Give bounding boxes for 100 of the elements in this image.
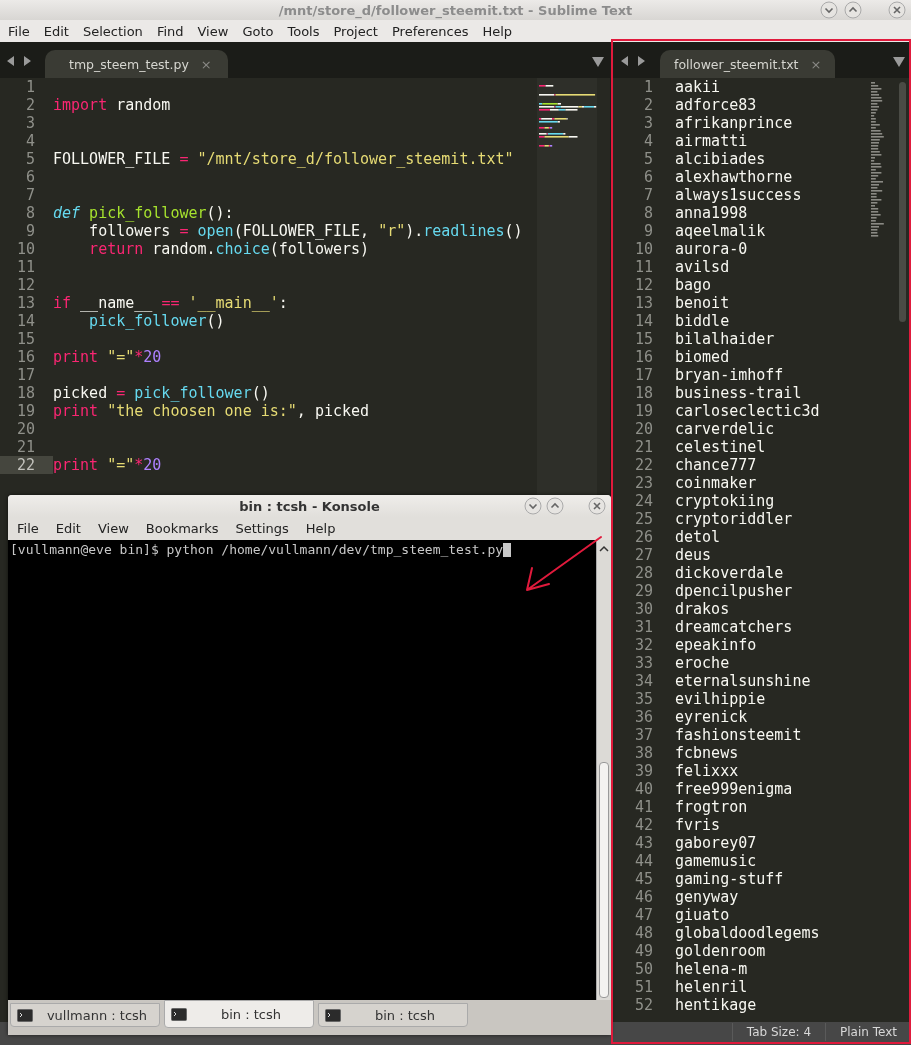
text-line: deus [675, 546, 712, 564]
code-line: FOLLOWER_FILE = "/mnt/store_d/follower_steemit.txt" [53, 150, 514, 168]
line-number: 42 [633, 816, 654, 834]
window-title: bin : tcsh - Konsole [239, 498, 380, 514]
line-number: 8 [24, 204, 36, 222]
menu-item[interactable]: Find [150, 23, 190, 39]
code-line: followers = open(FOLLOWER_FILE, "r").readlines() [88, 222, 523, 240]
menu-item[interactable]: File [2, 23, 36, 39]
text-line: globaldoodlegems [675, 924, 820, 942]
line-number: 52 [633, 996, 654, 1014]
text-line: hentikage [675, 996, 757, 1014]
scrollbar[interactable] [596, 540, 611, 1000]
menu-item[interactable]: File [10, 521, 46, 536]
line-number: 12 [15, 276, 36, 294]
terminal-tab[interactable]: vullmann : tcsh [10, 1003, 160, 1027]
maximize-icon[interactable] [546, 497, 564, 515]
line-number: 33 [633, 654, 654, 672]
left-right-triangles-icon[interactable] [620, 55, 646, 67]
line-number: 40 [633, 780, 654, 798]
line-number: 43 [633, 834, 654, 852]
minimap[interactable] [537, 78, 597, 498]
text-line: dpencilpusher [675, 582, 793, 600]
maximize-icon[interactable] [844, 1, 862, 19]
terminal-icon [171, 1007, 187, 1021]
text-line: alexhawthorne [675, 168, 793, 186]
menu-item[interactable]: Tools [281, 23, 326, 39]
line-number: 2 [24, 96, 36, 114]
line-number: 4 [24, 132, 36, 150]
text-line: drakos [675, 600, 730, 618]
minimize-icon[interactable] [820, 1, 838, 19]
line-number: 1 [24, 78, 36, 96]
status-item[interactable]: Plain Text [825, 1023, 911, 1041]
code-line: picked = pick_follower() [53, 384, 270, 402]
text-line: chance777 [675, 456, 757, 474]
editor-tab[interactable]: follower_steemit.txt × [660, 50, 836, 78]
text-line: bryan-imhoff [675, 366, 784, 384]
terminal-tab[interactable]: bin : tcsh [318, 1003, 468, 1027]
text-line: alcibiades [675, 150, 766, 168]
down-triangle-icon[interactable] [592, 57, 604, 67]
text-cursor [503, 542, 512, 557]
close-icon[interactable] [588, 497, 606, 515]
menu-item[interactable]: Goto [236, 23, 280, 39]
line-number: 34 [633, 672, 654, 690]
scrollbar-thumb[interactable] [599, 762, 609, 998]
code-line: import random [53, 96, 171, 114]
text-line: goldenroom [675, 942, 766, 960]
line-number: 38 [633, 744, 654, 762]
terminal[interactable]: [vullmann@eve bin]$ python /home/vullmann/dev/tmp_steem_test.py [8, 540, 596, 1000]
terminal-icon [325, 1008, 341, 1022]
line-number: 19 [15, 402, 36, 420]
code-line: return random.choice(followers) [88, 240, 370, 258]
scrollbar-thumb[interactable] [899, 82, 906, 322]
text-line: benoit [675, 294, 730, 312]
text-line: fvris [675, 816, 721, 834]
left-right-triangles-icon[interactable] [6, 55, 32, 67]
menu-item[interactable]: Settings [228, 521, 296, 536]
text-line: biomed [675, 348, 730, 366]
text-line: celestinel [675, 438, 766, 456]
menu-item[interactable]: Edit [48, 521, 88, 536]
text-line: biddle [675, 312, 730, 330]
text-line: bilalhaider [675, 330, 775, 348]
line-number: 14 [633, 312, 654, 330]
down-triangle-icon[interactable] [893, 57, 905, 67]
line-number: 15 [15, 330, 36, 348]
text-line: aurora-0 [675, 240, 748, 258]
code-line: pick_follower() [88, 312, 225, 330]
text-line: genyway [675, 888, 739, 906]
editor-tab[interactable]: tmp_steem_test.py × [45, 50, 228, 78]
line-number: 17 [633, 366, 654, 384]
line-number: 28 [633, 564, 654, 582]
text-line: airmatti [675, 132, 748, 150]
menu-item[interactable]: Help [476, 23, 519, 39]
minimize-icon[interactable] [524, 497, 542, 515]
line-number: 35 [633, 690, 654, 708]
text-line: dreamcatchers [675, 618, 793, 636]
line-number: 11 [633, 258, 654, 276]
line-number: 24 [633, 492, 654, 510]
menu-item[interactable]: View [191, 23, 235, 39]
text-line: helena-m [675, 960, 748, 978]
text-line: cryptoriddler [675, 510, 793, 528]
line-number: 25 [633, 510, 654, 528]
text-line: gamemusic [675, 852, 757, 870]
menu-item[interactable]: Project [327, 23, 384, 39]
line-number: 32 [633, 636, 654, 654]
text-line: dickoverdale [675, 564, 784, 582]
menu-item[interactable]: Edit [37, 23, 75, 39]
status-item[interactable]: Tab Size: 4 [731, 1023, 826, 1041]
menu-item[interactable]: Bookmarks [138, 521, 226, 536]
line-number: 27 [633, 546, 654, 564]
text-line: felixxx [675, 762, 739, 780]
close-icon[interactable] [888, 1, 906, 19]
menu-item[interactable]: Preferences [385, 23, 475, 39]
text-line: detol [675, 528, 721, 546]
menu-item[interactable]: Selection [76, 23, 149, 39]
menu-item[interactable]: View [90, 521, 136, 536]
text-line: cryptokiing [675, 492, 775, 510]
line-number: 45 [633, 870, 654, 888]
line-number: 30 [633, 600, 654, 618]
terminal-tab[interactable]: bin : tcsh [164, 1000, 314, 1028]
menu-item[interactable]: Help [298, 521, 343, 536]
